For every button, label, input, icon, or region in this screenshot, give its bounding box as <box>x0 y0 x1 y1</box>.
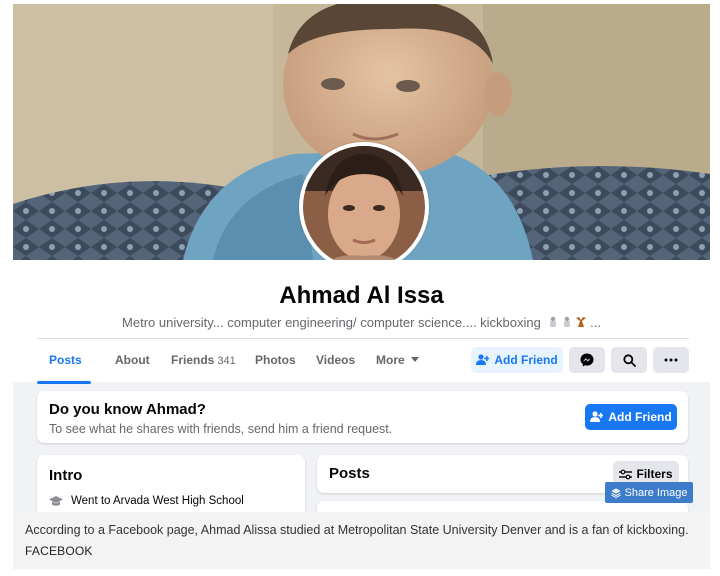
graduation-cap-icon <box>49 496 63 506</box>
kickboxing-emoji-icon <box>563 316 570 327</box>
tab-photos-label: Photos <box>255 353 296 367</box>
boxing-glove-emoji-icon <box>575 317 586 327</box>
share-image-label: Share Image <box>624 486 688 499</box>
tab-about[interactable]: About <box>115 340 150 380</box>
profile-bio: Metro university... computer engineering… <box>13 315 710 330</box>
intro-title: Intro <box>49 467 83 484</box>
friend-request-title: Do you know Ahmad? <box>49 401 206 418</box>
add-person-icon <box>590 411 604 422</box>
layers-icon <box>610 488 621 498</box>
posts-title: Posts <box>329 465 370 482</box>
chevron-down-icon <box>411 357 420 362</box>
tab-friends[interactable]: Friends 341 <box>171 340 236 380</box>
kickboxing-emoji-icon <box>549 316 556 327</box>
card-add-friend-button[interactable]: Add Friend <box>585 404 677 430</box>
share-image-button[interactable]: Share Image <box>605 482 693 503</box>
caption-text: According to a Facebook page, Ahmad Alis… <box>25 523 689 537</box>
profile-bio-text: Metro university... computer engineering… <box>122 315 541 330</box>
friends-count: 341 <box>217 355 236 367</box>
header-divider <box>37 338 689 339</box>
tab-more-label: More <box>376 353 405 367</box>
tab-videos-label: Videos <box>316 353 356 367</box>
active-tab-indicator <box>37 381 91 384</box>
tab-friends-label: Friends <box>171 353 215 367</box>
add-friend-button[interactable]: Add Friend <box>471 347 563 373</box>
ellipsis-icon <box>664 358 678 362</box>
card-add-friend-label: Add Friend <box>608 410 672 424</box>
messenger-button[interactable] <box>569 347 605 373</box>
filters-icon <box>619 469 633 479</box>
profile-avatar[interactable] <box>299 142 429 272</box>
profile-name: Ahmad Al Issa <box>279 282 444 309</box>
tab-posts[interactable]: Posts <box>49 340 82 380</box>
photo-caption: According to a Facebook page, Ahmad Alis… <box>13 512 710 569</box>
profile-bio-ellipsis: ... <box>590 315 601 330</box>
add-person-icon <box>476 354 490 365</box>
screenshot-frame: Ahmad Al Issa Metro university... comput… <box>13 4 710 512</box>
tab-about-label: About <box>115 353 150 367</box>
tab-photos[interactable]: Photos <box>255 340 296 380</box>
tab-videos[interactable]: Videos <box>316 340 355 380</box>
friend-request-card: Do you know Ahmad? To see what he shares… <box>37 391 688 443</box>
intro-card: Intro Went to Arvada West High School <box>37 455 305 512</box>
search-button[interactable] <box>611 347 647 373</box>
profile-tabs: Posts About Friends 341 Photos Videos Mor… <box>37 340 689 384</box>
filters-label: Filters <box>636 467 673 481</box>
more-options-button[interactable] <box>653 347 689 373</box>
tab-more[interactable]: More <box>376 340 420 380</box>
search-icon <box>622 353 636 367</box>
messenger-icon <box>580 353 594 367</box>
intro-education-item: Went to Arvada West High School <box>49 495 244 507</box>
avatar-image <box>303 146 425 268</box>
intro-education-text: Went to Arvada West High School <box>71 495 244 507</box>
friend-request-subtitle: To see what he shares with friends, send… <box>49 422 393 436</box>
caption-credit: FACEBOOK <box>25 544 93 558</box>
profile-header: Ahmad Al Issa Metro university... comput… <box>13 260 710 384</box>
tab-posts-label: Posts <box>49 353 82 367</box>
add-friend-label: Add Friend <box>494 353 558 367</box>
